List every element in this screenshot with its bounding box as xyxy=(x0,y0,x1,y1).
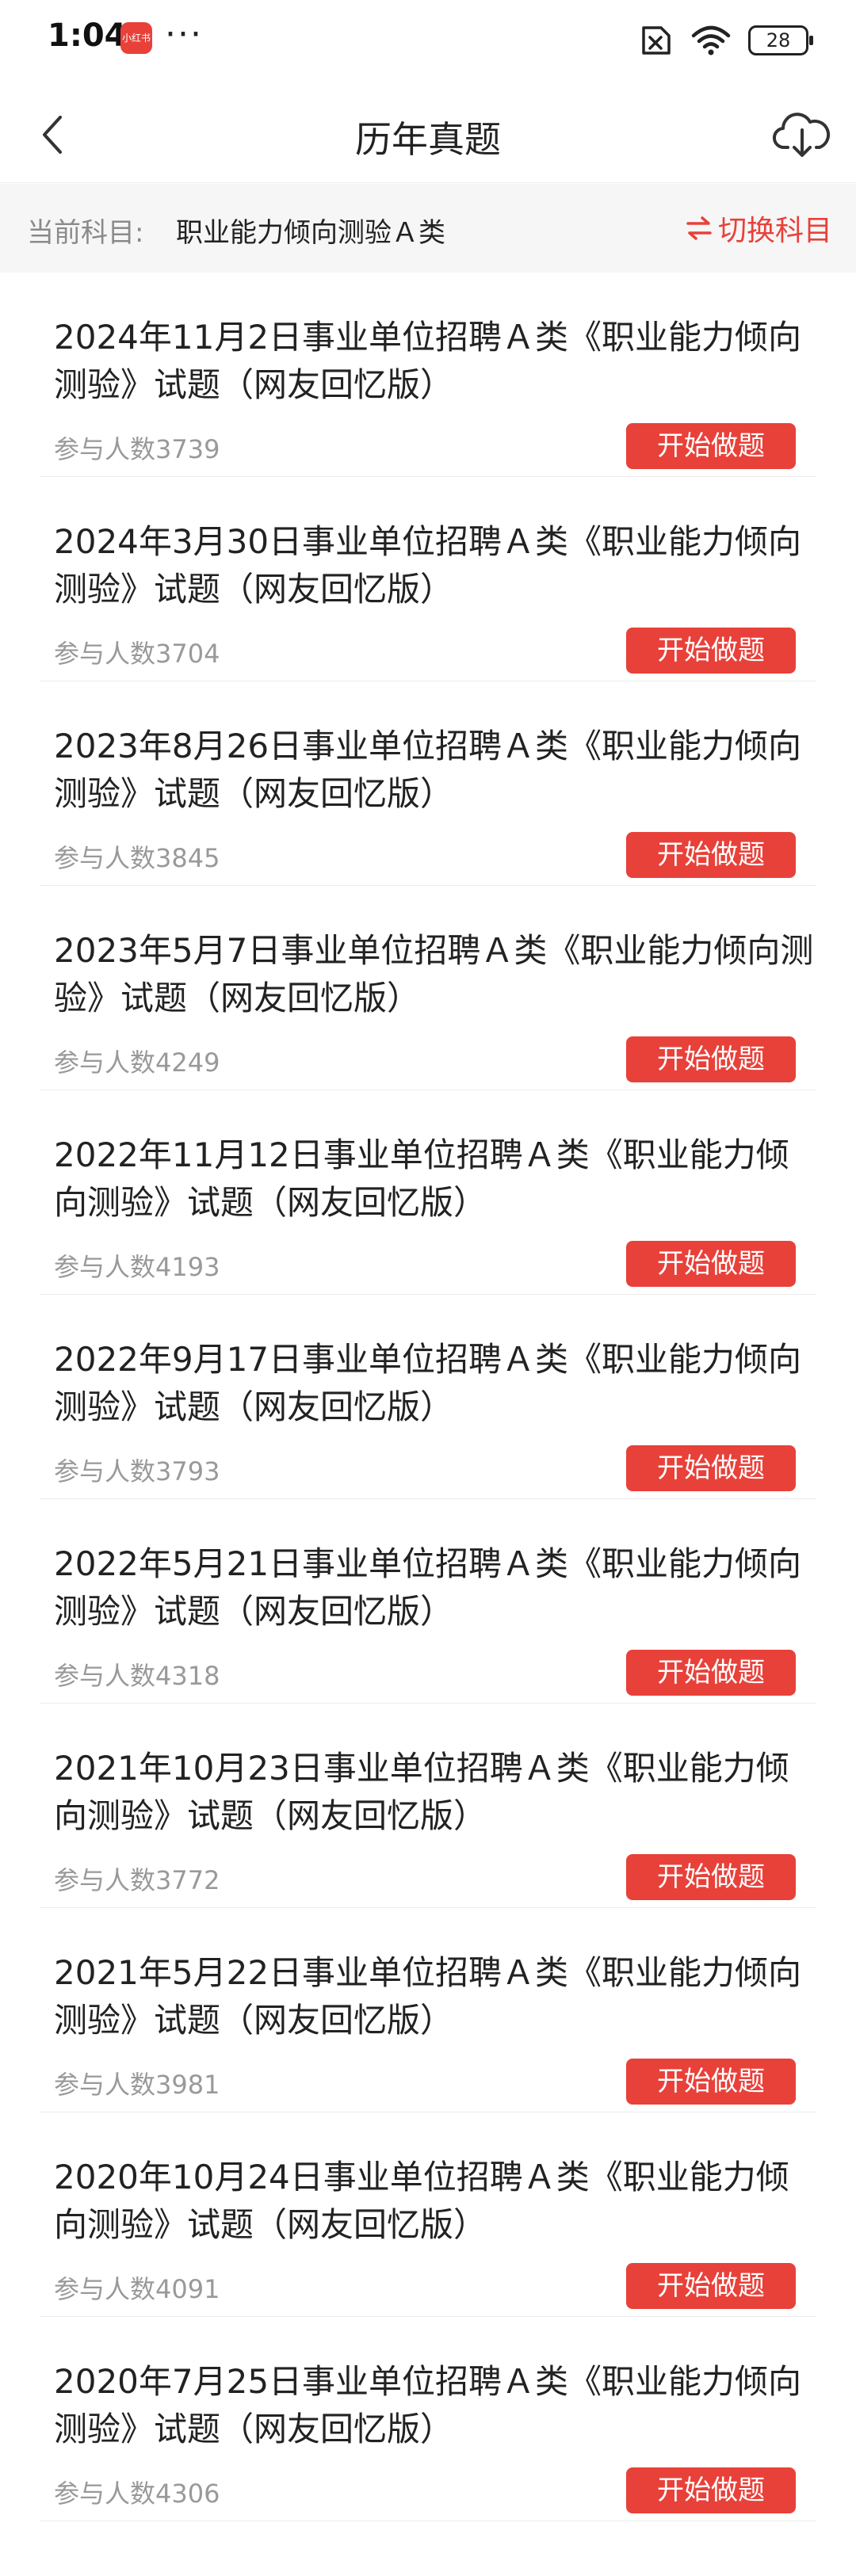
wifi-icon xyxy=(691,25,731,55)
exam-title: 2021年10月23日事业单位招聘Ａ类《职业能力倾向测验》试题（网友回忆版） xyxy=(54,1749,789,1835)
start-practice-button[interactable]: 开始做题 xyxy=(626,832,796,878)
participant-count: 参与人数3981 xyxy=(54,2070,220,2100)
app-notification-icon: 小红书 xyxy=(120,22,152,54)
exam-title: 2022年11月12日事业单位招聘Ａ类《职业能力倾向测验》试题（网友回忆版） xyxy=(54,1135,789,1222)
start-practice-button[interactable]: 开始做题 xyxy=(626,1650,796,1696)
start-practice-button[interactable]: 开始做题 xyxy=(626,1854,796,1900)
swap-arrows-icon xyxy=(686,216,712,240)
exam-list: 2024年11月2日事业单位招聘Ａ类《职业能力倾向测验》试题（网友回忆版） 参与人… xyxy=(0,273,856,2521)
cloud-download-icon[interactable] xyxy=(772,106,832,163)
participant-count: 参与人数4091 xyxy=(54,2274,220,2304)
start-practice-button[interactable]: 开始做题 xyxy=(626,628,796,674)
participant-count: 参与人数4318 xyxy=(54,1661,220,1691)
exam-title: 2023年8月26日事业单位招聘Ａ类《职业能力倾向测验》试题（网友回忆版） xyxy=(54,727,802,813)
participant-count: 参与人数4306 xyxy=(54,2479,220,2509)
exam-title: 2021年5月22日事业单位招聘Ａ类《职业能力倾向测验》试题（网友回忆版） xyxy=(54,1953,802,2040)
list-item[interactable]: 2023年5月7日事业单位招聘Ａ类《职业能力倾向测验》试题（网友回忆版） 参与人数… xyxy=(40,886,816,1090)
list-item[interactable]: 2022年9月17日事业单位招聘Ａ类《职业能力倾向测验》试题（网友回忆版） 参与人… xyxy=(40,1295,816,1499)
list-item[interactable]: 2021年10月23日事业单位招聘Ａ类《职业能力倾向测验》试题（网友回忆版） 参与… xyxy=(40,1704,816,1908)
start-practice-button[interactable]: 开始做题 xyxy=(626,1036,796,1082)
list-item[interactable]: 2023年8月26日事业单位招聘Ａ类《职业能力倾向测验》试题（网友回忆版） 参与人… xyxy=(40,681,816,886)
start-practice-button[interactable]: 开始做题 xyxy=(626,2263,796,2309)
battery-indicator: 28 xyxy=(748,25,813,55)
list-item[interactable]: 2021年5月22日事业单位招聘Ａ类《职业能力倾向测验》试题（网友回忆版） 参与人… xyxy=(40,1908,816,2112)
participant-count: 参与人数4193 xyxy=(54,1252,220,1282)
participant-count: 参与人数3793 xyxy=(54,1456,220,1486)
participant-count: 参与人数3704 xyxy=(54,639,220,669)
subject-bar: 当前科目: 职业能力倾向测验Ａ类 切换科目 xyxy=(0,184,856,273)
exam-title: 2023年5月7日事业单位招聘Ａ类《职业能力倾向测验》试题（网友回忆版） xyxy=(54,931,814,1017)
list-item[interactable]: 2020年10月24日事业单位招聘Ａ类《职业能力倾向测验》试题（网友回忆版） 参与… xyxy=(40,2112,816,2317)
start-practice-button[interactable]: 开始做题 xyxy=(626,423,796,469)
exam-title: 2024年11月2日事业单位招聘Ａ类《职业能力倾向测验》试题（网友回忆版） xyxy=(54,318,802,404)
page-title: 历年真题 xyxy=(355,118,501,161)
list-item[interactable]: 2024年11月2日事业单位招聘Ａ类《职业能力倾向测验》试题（网友回忆版） 参与人… xyxy=(40,273,816,477)
start-practice-button[interactable]: 开始做题 xyxy=(626,2467,796,2513)
exam-title: 2022年9月17日事业单位招聘Ａ类《职业能力倾向测验》试题（网友回忆版） xyxy=(54,1340,802,1426)
current-subject: 职业能力倾向测验Ａ类 xyxy=(176,217,445,249)
status-bar: 1:04 小红书 ··· 28 xyxy=(0,0,856,87)
exam-title: 2024年3月30日事业单位招聘Ａ类《职业能力倾向测验》试题（网友回忆版） xyxy=(54,522,802,609)
status-time: 1:04 xyxy=(48,17,127,54)
participant-count: 参与人数3845 xyxy=(54,843,220,873)
list-item[interactable]: 2024年3月30日事业单位招聘Ａ类《职业能力倾向测验》试题（网友回忆版） 参与人… xyxy=(40,477,816,681)
list-item[interactable]: 2022年11月12日事业单位招聘Ａ类《职业能力倾向测验》试题（网友回忆版） 参与… xyxy=(40,1090,816,1295)
switch-subject-button[interactable]: 切换科目 xyxy=(685,208,832,249)
start-practice-button[interactable]: 开始做题 xyxy=(626,1445,796,1491)
more-notifications-icon: ··· xyxy=(165,14,203,55)
list-item[interactable]: 2020年7月25日事业单位招聘Ａ类《职业能力倾向测验》试题（网友回忆版） 参与人… xyxy=(40,2317,816,2521)
start-practice-button[interactable]: 开始做题 xyxy=(626,1241,796,1287)
participant-count: 参与人数4249 xyxy=(54,1048,220,1078)
exam-title: 2022年5月21日事业单位招聘Ａ类《职业能力倾向测验》试题（网友回忆版） xyxy=(54,1544,802,1631)
sim-no-signal-icon xyxy=(642,26,671,55)
list-item[interactable]: 2022年5月21日事业单位招聘Ａ类《职业能力倾向测验》试题（网友回忆版） 参与人… xyxy=(40,1499,816,1704)
status-icons: 28 xyxy=(637,22,813,59)
participant-count: 参与人数3739 xyxy=(54,434,220,464)
exam-title: 2020年7月25日事业单位招聘Ａ类《职业能力倾向测验》试题（网友回忆版） xyxy=(54,2362,802,2448)
subject-label: 当前科目: xyxy=(27,217,144,249)
participant-count: 参与人数3772 xyxy=(54,1865,220,1895)
switch-subject-label: 切换科目 xyxy=(717,215,832,247)
exam-title: 2020年10月24日事业单位招聘Ａ类《职业能力倾向测验》试题（网友回忆版） xyxy=(54,2158,789,2244)
header: 历年真题 xyxy=(0,87,856,183)
start-practice-button[interactable]: 开始做题 xyxy=(626,2059,796,2105)
